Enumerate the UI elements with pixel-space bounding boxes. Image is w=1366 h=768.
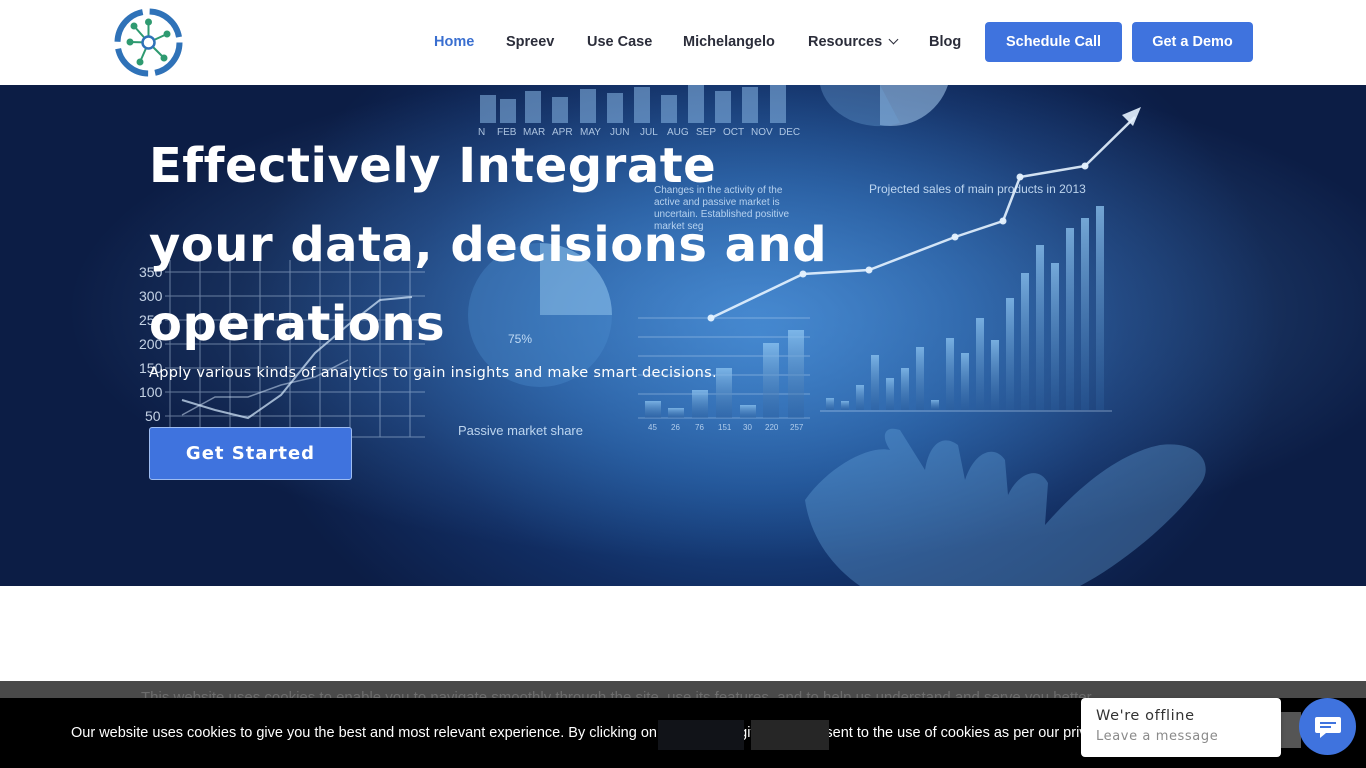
cookie-accept-button[interactable] [658,720,744,750]
bg-ytick: 100 [139,384,163,400]
hero-subtitle: Apply various kinds of analytics to gain… [149,365,717,381]
hero-title-line: your data, decisions and [149,217,828,273]
chat-launcher-button[interactable] [1299,698,1356,755]
hero-title-line: operations [149,296,446,352]
cookie-text: Our website uses cookies to give you the… [71,725,1122,741]
nav-spreev[interactable]: Spreev [506,34,554,50]
schedule-call-button[interactable]: Schedule Call [985,22,1122,62]
nav-michelangelo[interactable]: Michelangelo [683,34,775,50]
chat-title: We're offline [1096,708,1195,724]
chevron-down-icon [888,34,899,45]
bg-bar-tick: 220 [765,423,779,432]
nav-resources[interactable]: Resources [808,34,899,50]
bg-projected-label: Projected sales of main products in 2013 [869,182,1086,196]
bg-bar-tick: 45 [648,423,657,432]
network-logo-icon[interactable] [112,6,185,79]
bg-passive-label: Passive market share [458,423,583,438]
bg-bar-tick: 151 [718,423,732,432]
nav-blog[interactable]: Blog [929,34,961,50]
bg-bar-tick: 257 [790,423,804,432]
nav-home[interactable]: Home [434,34,474,50]
bg-ytick: 50 [145,408,161,424]
hero-title: Effectively Integrate your data, decisio… [149,127,869,364]
site-header: Home Spreev Use Case Michelangelo Resour… [0,0,1366,85]
chat-subtitle: Leave a message [1096,729,1219,744]
hero-title-line: Effectively Integrate [149,138,717,194]
get-demo-button[interactable]: Get a Demo [1132,22,1253,62]
chat-offline-card[interactable]: We're offline Leave a message [1081,698,1281,757]
bg-bar-tick: 30 [743,423,752,432]
nav-resources-label: Resources [808,34,883,50]
cookie-settings-button[interactable] [751,720,829,750]
bg-bar-tick: 26 [671,423,680,432]
get-started-button[interactable]: Get Started [149,427,352,480]
nav-use-case[interactable]: Use Case [587,34,652,50]
hero-section: N FEB MAR APR MAY JUN JUL AUG SEP OCT NO… [0,85,1366,586]
bg-bar-tick: 76 [695,423,704,432]
chat-bubble-icon [1314,716,1341,738]
